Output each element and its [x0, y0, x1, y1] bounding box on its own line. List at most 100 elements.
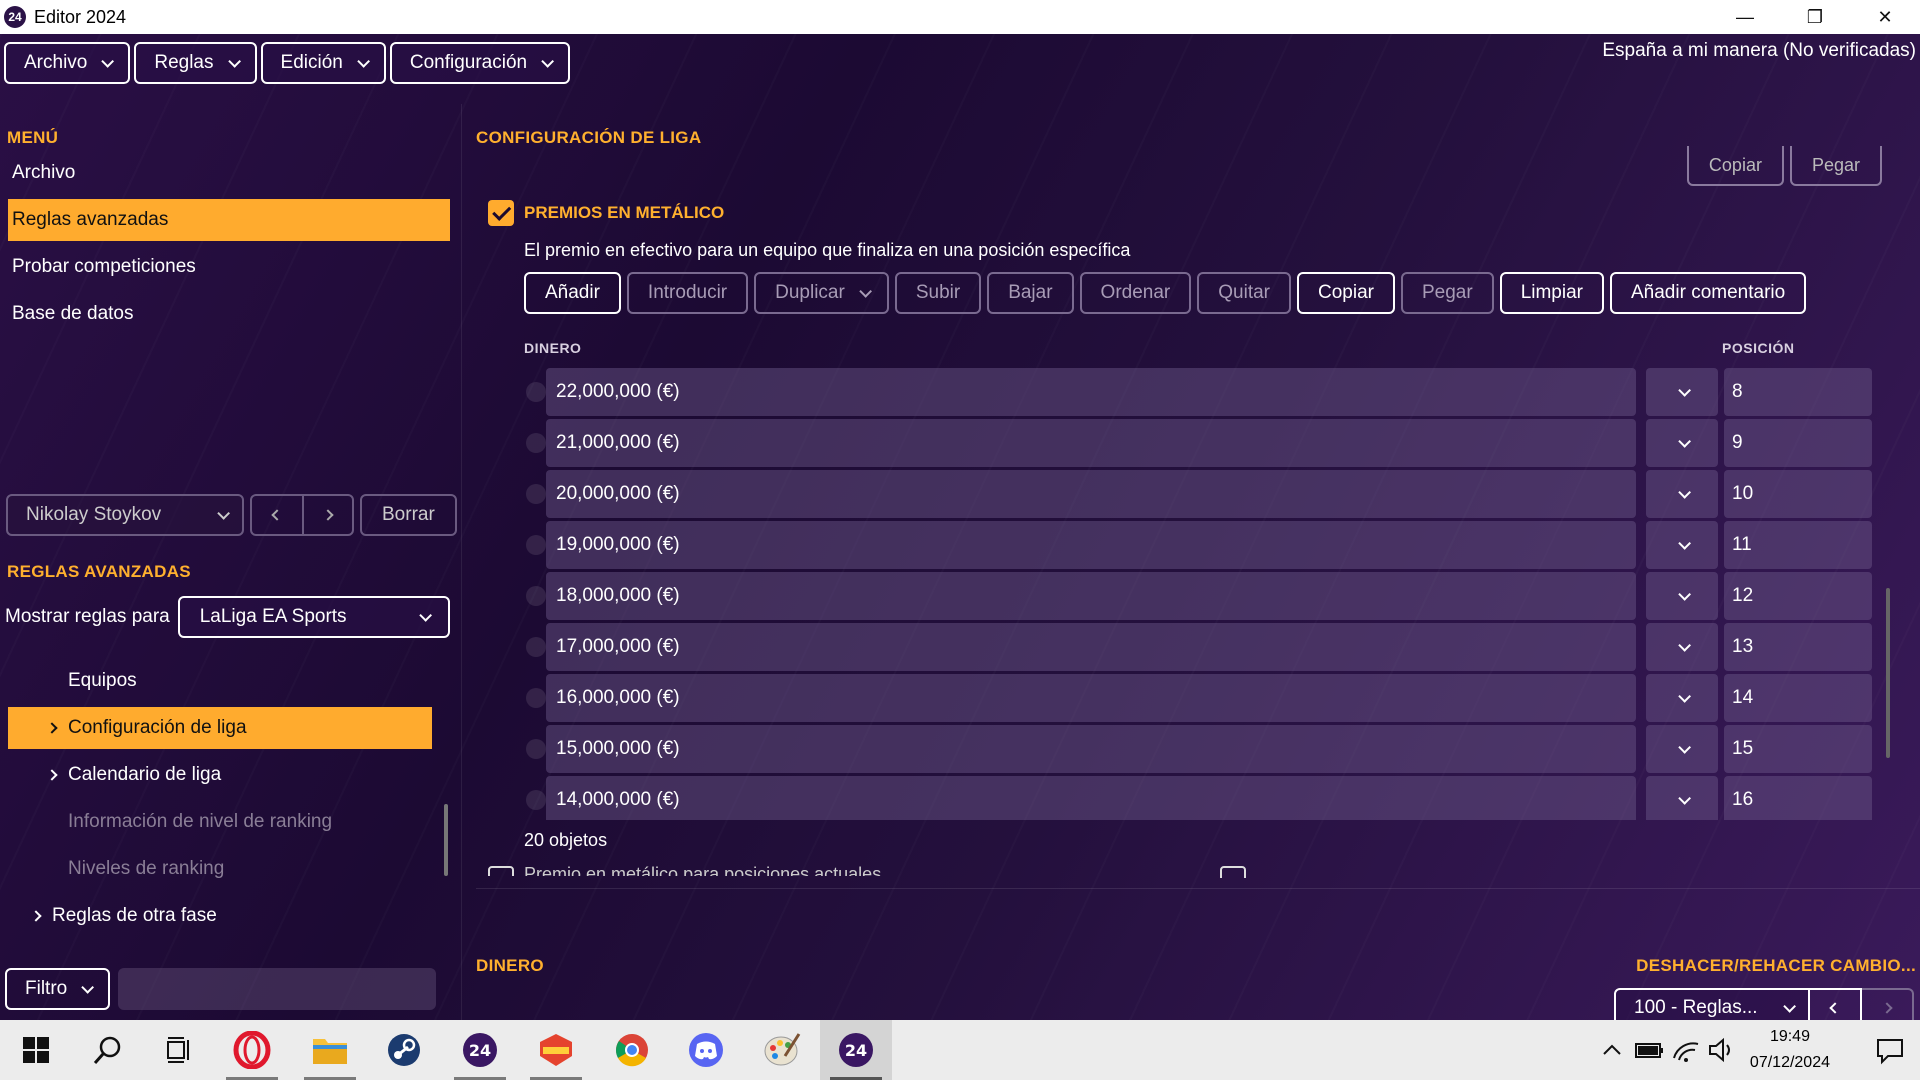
money-field[interactable]: 22,000,000 (€) [546, 368, 1636, 416]
row-handle-icon[interactable] [526, 637, 546, 657]
toolbar-button[interactable]: Introducir [626, 272, 749, 314]
position-field[interactable]: 11 [1724, 521, 1872, 569]
filter-button[interactable]: Filtro [5, 968, 111, 1010]
tree-item[interactable]: Niveles de ranking [8, 848, 440, 890]
row-dropdown[interactable] [1646, 521, 1718, 569]
league-select[interactable]: LaLiga EA Sports [177, 596, 450, 638]
toolbar-button[interactable]: Pegar [1400, 272, 1494, 314]
volume-icon[interactable] [1704, 1020, 1740, 1080]
position-field[interactable]: 9 [1724, 419, 1872, 467]
prev-button[interactable] [252, 496, 302, 534]
start-button[interactable] [0, 1020, 72, 1080]
battery-icon[interactable] [1632, 1020, 1668, 1080]
row-dropdown[interactable] [1646, 623, 1718, 671]
menu-item[interactable]: Reglas avanzadas [8, 199, 450, 241]
menu-edicion[interactable]: Edición [260, 42, 386, 84]
close-button[interactable]: ✕ [1850, 0, 1920, 34]
row-dropdown[interactable] [1646, 725, 1718, 773]
tree-item[interactable]: Configuración de liga [8, 707, 432, 749]
toolbar-button[interactable]: Añadir [524, 272, 621, 314]
prize-checkbox[interactable] [488, 200, 514, 226]
copy-button[interactable]: Copiar [1686, 146, 1784, 186]
notification-icon[interactable] [1860, 1020, 1920, 1080]
row-dropdown[interactable] [1646, 776, 1718, 820]
toolbar-button[interactable]: Bajar [987, 272, 1074, 314]
menu-configuracion[interactable]: Configuración [389, 42, 571, 84]
wifi-icon[interactable] [1668, 1020, 1704, 1080]
minimize-button[interactable]: — [1710, 0, 1780, 34]
opera-app[interactable] [216, 1020, 288, 1080]
chrome-app[interactable] [596, 1020, 668, 1080]
toolbar-button[interactable]: Duplicar [754, 272, 889, 314]
row-handle-icon[interactable] [526, 688, 546, 708]
clock[interactable]: 19:49 07/12/2024 [1750, 1024, 1830, 1076]
toolbar-button[interactable]: Ordenar [1079, 272, 1192, 314]
row-dropdown[interactable] [1646, 419, 1718, 467]
money-field[interactable]: 20,000,000 (€) [546, 470, 1636, 518]
discord-app[interactable] [670, 1020, 742, 1080]
borrar-button[interactable]: Borrar [360, 494, 457, 536]
menu-reglas[interactable]: Reglas [134, 42, 257, 84]
restore-button[interactable]: ❐ [1780, 0, 1850, 34]
row-handle-icon[interactable] [526, 535, 546, 555]
table-scrollbar[interactable] [1886, 588, 1890, 758]
tree-item[interactable]: Equipos [8, 660, 440, 702]
money-field[interactable]: 18,000,000 (€) [546, 572, 1636, 620]
search-button[interactable] [72, 1020, 144, 1080]
position-field[interactable]: 12 [1724, 572, 1872, 620]
position-field[interactable]: 16 [1724, 776, 1872, 820]
chevron-up-icon[interactable] [1592, 1020, 1632, 1080]
redo-button[interactable] [1862, 988, 1914, 1020]
fm-launcher-app[interactable]: 24 [444, 1020, 516, 1080]
table-row[interactable]: 20,000,000 (€) 10 [524, 470, 1920, 518]
paint-app[interactable] [746, 1020, 818, 1080]
tree-item[interactable]: Calendario de liga [8, 754, 440, 796]
row-handle-icon[interactable] [526, 433, 546, 453]
filter-input[interactable] [118, 968, 437, 1010]
row-dropdown[interactable] [1646, 368, 1718, 416]
row-dropdown[interactable] [1646, 572, 1718, 620]
current-positions-option[interactable]: Premio en metálico para posiciones actua… [488, 864, 1248, 876]
menu-item[interactable]: Probar competiciones [8, 246, 450, 288]
menu-item[interactable]: Archivo [8, 152, 450, 194]
position-field[interactable]: 10 [1724, 470, 1872, 518]
file-explorer-app[interactable] [294, 1020, 366, 1080]
toolbar-button[interactable]: Subir [894, 272, 982, 314]
paste-button[interactable]: Pegar [1789, 146, 1882, 186]
money-field[interactable]: 16,000,000 (€) [546, 674, 1636, 722]
undo-button[interactable] [1810, 988, 1862, 1020]
table-row[interactable]: 22,000,000 (€) 8 [524, 368, 1920, 416]
row-handle-icon[interactable] [526, 739, 546, 759]
toolbar-button[interactable]: Añadir comentario [1610, 272, 1807, 314]
money-field[interactable]: 19,000,000 (€) [546, 521, 1636, 569]
position-field[interactable]: 8 [1724, 368, 1872, 416]
menu-archivo[interactable]: Archivo [4, 42, 131, 84]
table-row[interactable]: 21,000,000 (€) 9 [524, 419, 1920, 467]
row-dropdown[interactable] [1646, 674, 1718, 722]
menu-item[interactable]: Base de datos [8, 293, 450, 335]
option-checkbox[interactable] [488, 866, 514, 876]
toolbar-button[interactable]: Limpiar [1499, 272, 1604, 314]
position-field[interactable]: 13 [1724, 623, 1872, 671]
money-field[interactable]: 14,000,000 (€) [546, 776, 1636, 820]
toolbar-button[interactable]: Quitar [1197, 272, 1291, 314]
money-field[interactable]: 21,000,000 (€) [546, 419, 1636, 467]
next-button[interactable] [302, 496, 352, 534]
fm-editor-alt-app[interactable] [520, 1020, 592, 1080]
row-dropdown[interactable] [1646, 470, 1718, 518]
user-select[interactable]: Nikolay Stoykov [6, 494, 244, 536]
row-handle-icon[interactable] [526, 586, 546, 606]
money-field[interactable]: 15,000,000 (€) [546, 725, 1636, 773]
table-row[interactable]: 14,000,000 (€) 16 [524, 776, 1920, 820]
tree-scrollbar[interactable] [444, 804, 448, 876]
row-handle-icon[interactable] [526, 484, 546, 504]
table-row[interactable]: 18,000,000 (€) 12 [524, 572, 1920, 620]
table-row[interactable]: 19,000,000 (€) 11 [524, 521, 1920, 569]
steam-app[interactable] [368, 1020, 440, 1080]
toolbar-button[interactable]: Copiar [1297, 272, 1395, 314]
position-field[interactable]: 15 [1724, 725, 1872, 773]
table-row[interactable]: 16,000,000 (€) 14 [524, 674, 1920, 722]
table-row[interactable]: 17,000,000 (€) 13 [524, 623, 1920, 671]
editor-2024-app[interactable]: 24 [820, 1020, 892, 1080]
tree-item[interactable]: Información de nivel de ranking [8, 801, 440, 843]
